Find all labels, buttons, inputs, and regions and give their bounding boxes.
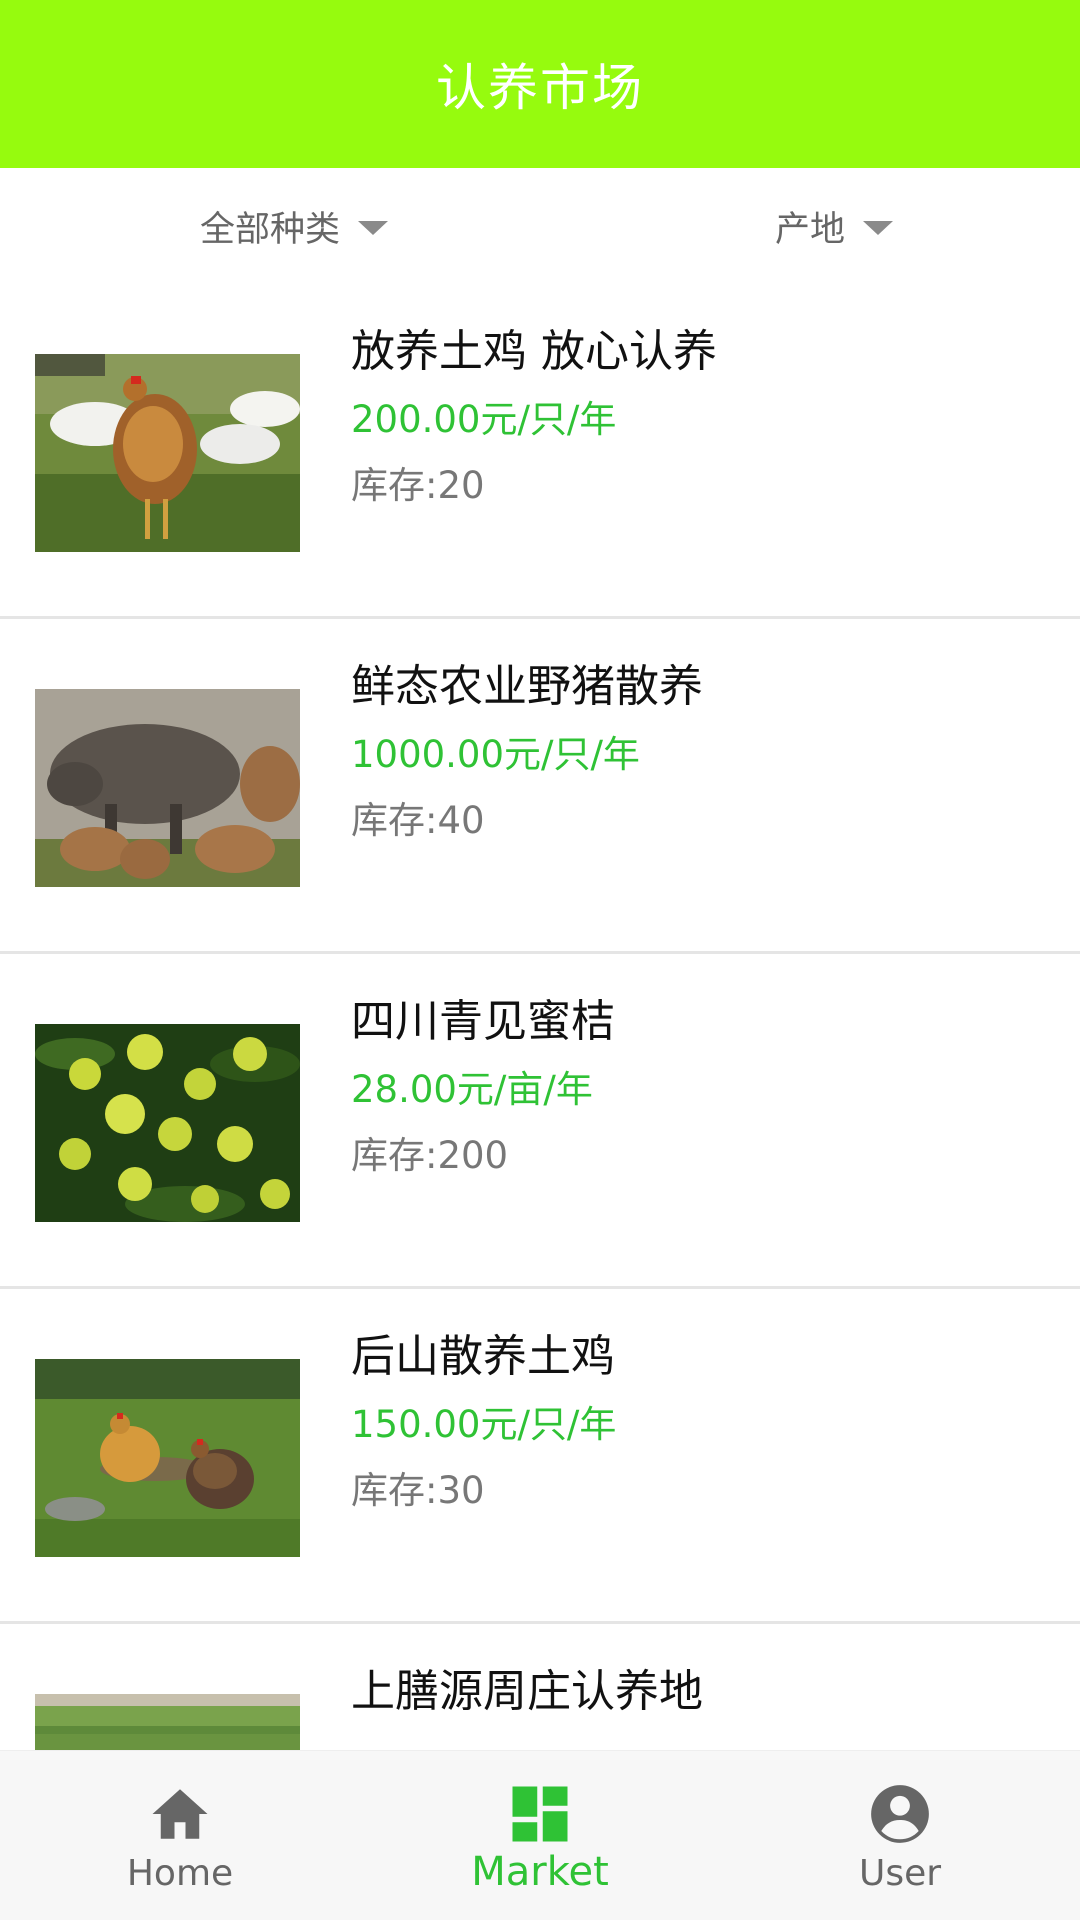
item-stock: 库存:200 xyxy=(351,1134,509,1177)
tab-home-label: Home xyxy=(126,1853,234,1894)
page-title: 认养市场 xyxy=(436,59,644,117)
tab-home[interactable]: Home xyxy=(0,1751,360,1920)
app-root: 认养市场 全部种类 产地 放养土鸡 放心认养 200.00元/只/年 库存:20… xyxy=(0,0,1080,1920)
green-citrus-photo xyxy=(35,1024,300,1222)
category-filter-label: 全部种类 xyxy=(200,209,341,250)
item-title: 放养土鸡 放心认养 xyxy=(351,326,717,377)
item-price: 1000.00元/只/年 xyxy=(351,733,640,776)
caret-down-icon xyxy=(863,221,894,235)
hillside-chickens-photo xyxy=(35,1359,300,1557)
item-info: 放养土鸡 放心认养 200.00元/只/年 库存:20 xyxy=(351,322,1050,514)
tab-market[interactable]: Market xyxy=(360,1751,720,1920)
wild-boar-photo xyxy=(35,689,300,887)
item-info: 上膳源周庄认养地 xyxy=(351,1662,1050,1732)
home-icon xyxy=(152,1789,208,1839)
item-stock: 库存:30 xyxy=(351,1469,485,1512)
item-title: 鲜态农业野猪散养 xyxy=(351,661,703,712)
list-item[interactable]: 四川青见蜜桔 28.00元/亩/年 库存:200 xyxy=(0,954,1080,1289)
item-title: 上膳源周庄认养地 xyxy=(351,1666,703,1717)
tab-user[interactable]: User xyxy=(720,1751,1080,1920)
bottom-tab-bar: Home Market User xyxy=(0,1750,1080,1920)
item-title: 后山散养土鸡 xyxy=(351,1331,615,1382)
tab-user-label: User xyxy=(858,1853,942,1894)
item-price: 200.00元/只/年 xyxy=(351,398,617,441)
account-circle-icon xyxy=(871,1785,929,1843)
item-price: 28.00元/亩/年 xyxy=(351,1068,593,1111)
free-range-chicken-photo xyxy=(35,354,300,552)
item-info: 四川青见蜜桔 28.00元/亩/年 库存:200 xyxy=(351,992,1050,1184)
adoption-list: 放养土鸡 放心认养 200.00元/只/年 库存:20 鲜态农业野猪散养 100… xyxy=(0,284,1080,1750)
item-stock: 库存:40 xyxy=(351,799,485,842)
item-price: 150.00元/只/年 xyxy=(351,1403,617,1446)
item-title: 四川青见蜜桔 xyxy=(351,996,615,1047)
item-stock: 库存:20 xyxy=(351,464,485,507)
origin-filter-dropdown[interactable]: 产地 xyxy=(775,196,894,256)
filter-bar: 全部种类 产地 xyxy=(0,168,1080,284)
origin-filter-label: 产地 xyxy=(775,209,846,250)
category-filter-dropdown[interactable]: 全部种类 xyxy=(200,196,389,256)
farmland-photo xyxy=(35,1694,300,1750)
item-info: 鲜态农业野猪散养 1000.00元/只/年 库存:40 xyxy=(351,657,1050,849)
list-item[interactable]: 鲜态农业野猪散养 1000.00元/只/年 库存:40 xyxy=(0,619,1080,954)
list-item[interactable]: 上膳源周庄认养地 xyxy=(0,1624,1080,1750)
dashboard-grid-icon xyxy=(512,1786,568,1842)
list-item[interactable]: 放养土鸡 放心认养 200.00元/只/年 库存:20 xyxy=(0,284,1080,619)
tab-market-label: Market xyxy=(471,1849,609,1895)
list-item[interactable]: 后山散养土鸡 150.00元/只/年 库存:30 xyxy=(0,1289,1080,1624)
caret-down-icon xyxy=(358,221,389,235)
app-header: 认养市场 xyxy=(0,0,1080,168)
item-info: 后山散养土鸡 150.00元/只/年 库存:30 xyxy=(351,1327,1050,1519)
